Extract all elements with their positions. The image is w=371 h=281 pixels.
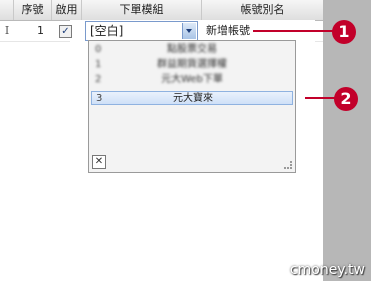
callout-line-2 bbox=[305, 97, 337, 99]
grid-header: 序號 啟用 下單模組 帳號別名 bbox=[0, 0, 323, 21]
close-icon[interactable]: ✕ bbox=[92, 155, 106, 169]
dropdown-item[interactable]: 1 群益期貨選擇權 bbox=[91, 58, 293, 72]
dropdown-item-selected[interactable]: 3 元大寶來 bbox=[91, 91, 293, 105]
item-label: 元大Web下單 bbox=[161, 74, 223, 85]
resize-grip-icon[interactable] bbox=[284, 161, 292, 169]
header-seq[interactable]: 序號 bbox=[14, 0, 52, 20]
header-enabled[interactable]: 啟用 bbox=[52, 0, 82, 20]
callout-line-1 bbox=[253, 30, 335, 32]
watermark: cmoney.tw bbox=[289, 262, 365, 278]
template-dropdown-list: 0 點股票交易 1 群益期貨選擇權 2 元大Web下單 3 元大寶來 ✕ bbox=[88, 40, 296, 173]
callout-badge-1: 1 bbox=[332, 20, 356, 44]
item-label: 群益期貨選擇權 bbox=[157, 59, 227, 70]
enabled-checkbox[interactable]: ✓ bbox=[59, 25, 72, 38]
dropdown-item[interactable]: 0 點股票交易 bbox=[91, 43, 293, 57]
combobox-value: [空白] bbox=[90, 24, 124, 38]
dropdown-arrow-icon[interactable] bbox=[182, 23, 196, 39]
item-label: 元大寶來 bbox=[173, 93, 213, 104]
header-alias[interactable]: 帳號別名 bbox=[202, 0, 323, 20]
dropdown-item[interactable]: 2 元大Web下單 bbox=[91, 73, 293, 87]
header-template[interactable]: 下單模組 bbox=[82, 0, 202, 20]
callout-badge-2: 2 bbox=[334, 87, 358, 111]
row-cursor-icon: I bbox=[4, 24, 10, 37]
row-indicator-header bbox=[0, 0, 14, 20]
row-seq: 1 bbox=[37, 24, 44, 37]
alias-cell[interactable]: 新增帳號 bbox=[206, 21, 250, 41]
item-label: 點股票交易 bbox=[167, 44, 217, 55]
template-combobox[interactable]: [空白] bbox=[85, 21, 198, 41]
